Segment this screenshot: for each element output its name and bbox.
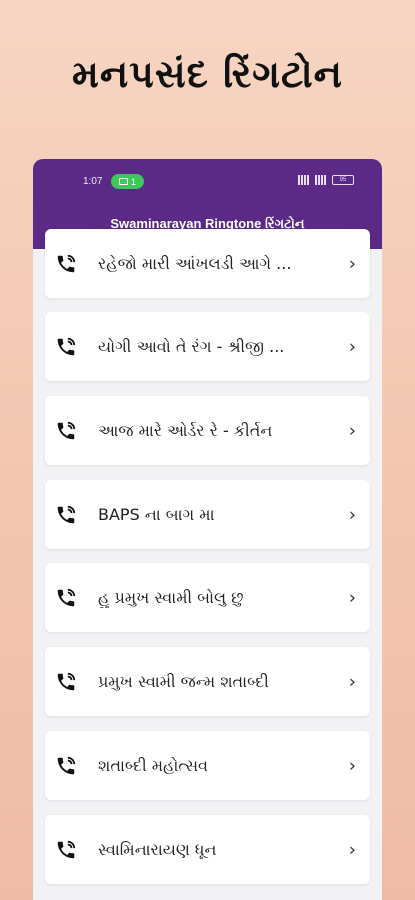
chevron-right-icon[interactable]: ›	[349, 420, 356, 441]
list-item[interactable]: યોગી આવો તે રંગ - શ્રીજી ... ›	[45, 312, 370, 381]
phone-ring-icon	[57, 672, 76, 690]
phone-ring-icon	[57, 421, 76, 439]
item-label: BAPS ના બાગ મા	[98, 504, 215, 524]
chevron-right-icon[interactable]: ›	[349, 336, 356, 357]
status-icons: 95	[298, 175, 354, 185]
list-item[interactable]: પ્રમુખ સ્વામી જન્મ શતાબ્દી ›	[45, 647, 370, 716]
item-label: હુ પ્રમુખ સ્વામી બોલુ છુ	[98, 587, 244, 607]
chevron-right-icon[interactable]: ›	[349, 253, 356, 274]
signal-icon	[298, 175, 310, 185]
battery-icon: 95	[332, 175, 354, 185]
item-label: યોગી આવો તે રંગ - શ્રીજી ...	[98, 336, 285, 356]
phone-ring-icon	[57, 337, 76, 355]
list-item[interactable]: હુ પ્રમુખ સ્વામી બોલુ છુ ›	[45, 563, 370, 632]
list-item[interactable]: શતાબ્દી મહોત્સવ ›	[45, 731, 370, 800]
chevron-right-icon[interactable]: ›	[349, 671, 356, 692]
phone-screen: 1:07 1 95 Swaminarayan Ringtone રિંગટોન …	[33, 159, 382, 900]
chevron-right-icon[interactable]: ›	[349, 504, 356, 525]
item-label: રહેજો મારી આંખલડી આગે ...	[98, 253, 292, 273]
list-item[interactable]: રહેજો મારી આંખલડી આગે ... ›	[45, 229, 370, 298]
phone-ring-icon	[57, 840, 76, 858]
list-item[interactable]: સ્વામિનારાયણ ધૂન ›	[45, 815, 370, 884]
pill-count: 1	[130, 176, 136, 187]
chevron-right-icon[interactable]: ›	[349, 587, 356, 608]
list-item[interactable]: આજ મારે ઓર્ડર રે - કીર્તન ›	[45, 396, 370, 465]
call-status-pill: 1	[111, 174, 144, 189]
chevron-right-icon[interactable]: ›	[349, 839, 356, 860]
list-item[interactable]: BAPS ના બાગ મા ›	[45, 480, 370, 549]
item-label: આજ મારે ઓર્ડર રે - કીર્તન	[98, 420, 273, 440]
item-label: સ્વામિનારાયણ ધૂન	[98, 839, 217, 859]
user-icon	[118, 178, 128, 185]
item-label: શતાબ્દી મહોત્સવ	[98, 755, 209, 775]
phone-ring-icon	[57, 756, 76, 774]
chevron-right-icon[interactable]: ›	[349, 755, 356, 776]
status-time: 1:07	[83, 176, 103, 187]
promo-title: મનપસંદ રિંગટોન	[72, 52, 343, 96]
phone-ring-icon	[57, 254, 76, 272]
phone-ring-icon	[57, 505, 76, 523]
status-bar: 1:07 1 95	[33, 173, 382, 191]
wifi-icon	[315, 175, 327, 185]
phone-ring-icon	[57, 588, 76, 606]
item-label: પ્રમુખ સ્વામી જન્મ શતાબ્દી	[98, 671, 269, 691]
